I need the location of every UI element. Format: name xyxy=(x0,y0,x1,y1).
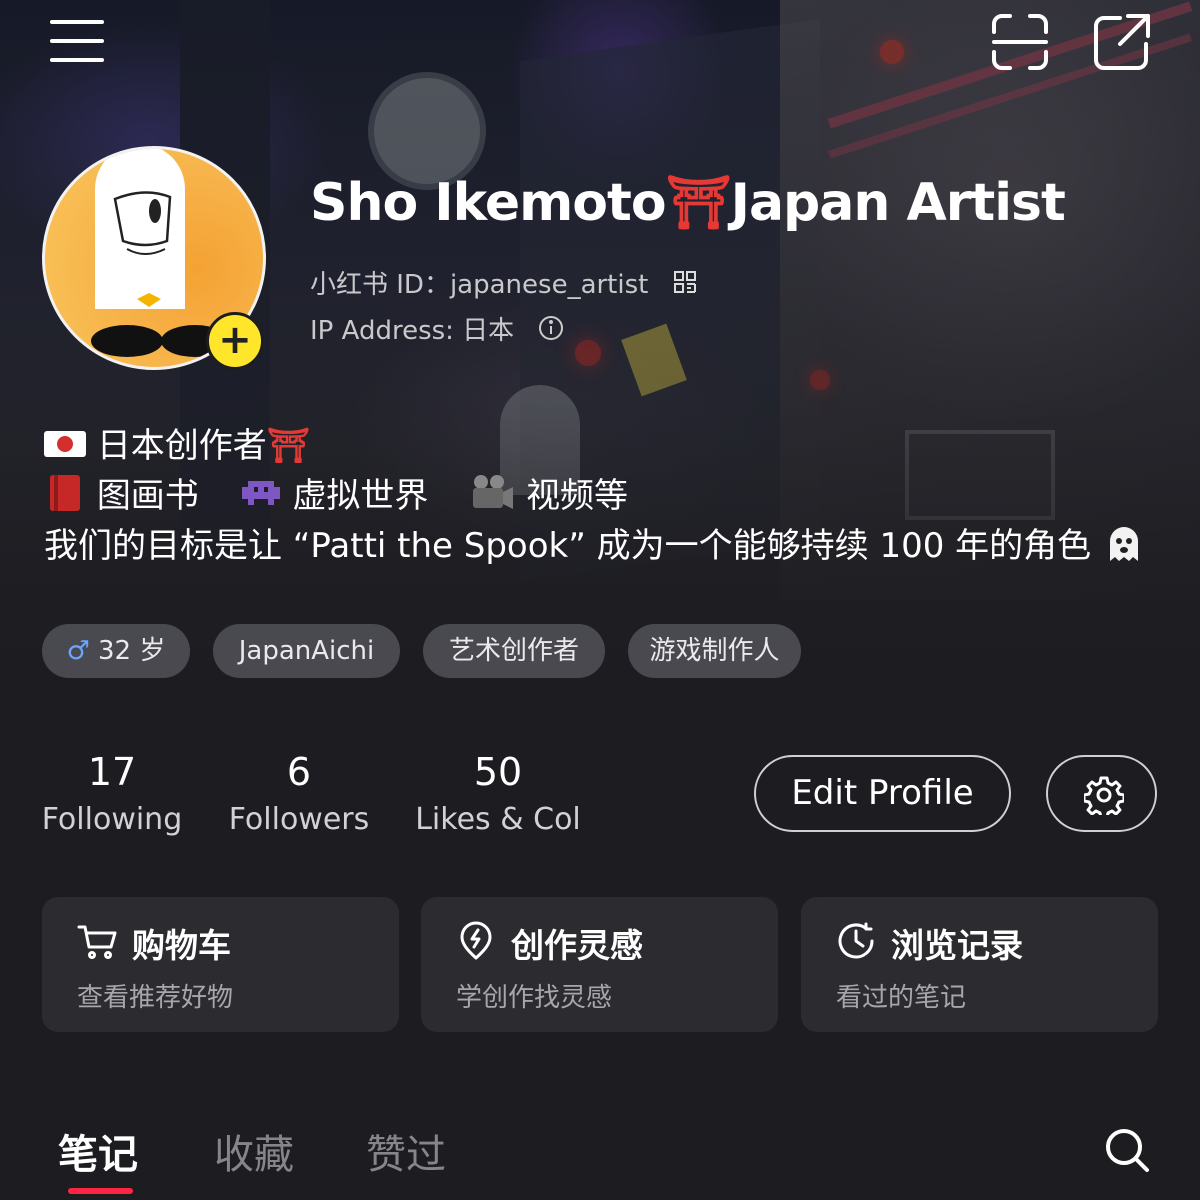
profile-id: 小红书 ID：japanese_artist xyxy=(310,264,697,301)
add-avatar-button[interactable]: + xyxy=(206,312,264,370)
card-subtitle: 查看推荐好物 xyxy=(77,983,234,1013)
card-title: 创作灵感 xyxy=(511,926,643,965)
tag-label: 32 岁 xyxy=(97,636,166,666)
clock-icon xyxy=(838,922,874,959)
card-shopping-cart[interactable]: 购物车 查看推荐好物 xyxy=(42,897,399,1032)
tab-notes[interactable]: 笔记 xyxy=(58,1122,138,1180)
card-history[interactable]: 浏览记录 看过的笔记 xyxy=(801,897,1158,1032)
info-icon[interactable] xyxy=(538,315,564,348)
ghost-icon xyxy=(1102,521,1146,574)
card-inspiration[interactable]: 创作灵感 学创作找灵感 xyxy=(421,897,778,1032)
tag-age[interactable]: ♂ 32 岁 xyxy=(42,624,190,678)
menu-icon[interactable] xyxy=(50,20,104,62)
movie-camera-icon xyxy=(469,474,515,521)
edit-profile-button[interactable]: Edit Profile xyxy=(754,755,1011,832)
bio-text: 虚拟世界 xyxy=(292,476,429,516)
tab-bar xyxy=(0,1090,1200,1200)
book-icon xyxy=(44,473,86,522)
stat-value: 6 xyxy=(286,750,312,794)
stat-value: 17 xyxy=(87,750,137,794)
qrcode-icon[interactable] xyxy=(673,270,697,301)
share-icon[interactable] xyxy=(1092,12,1152,72)
profile-name-main: Sho Ikemoto xyxy=(310,173,667,233)
scan-icon[interactable] xyxy=(990,12,1050,72)
tab-collections[interactable]: 收藏 xyxy=(214,1122,294,1180)
tag-label: JapanAichi xyxy=(238,636,375,666)
tab-liked[interactable]: 赞过 xyxy=(366,1122,446,1180)
card-title: 浏览记录 xyxy=(891,926,1023,965)
japan-flag-icon xyxy=(44,428,86,468)
stat-label: Following xyxy=(41,802,183,837)
bio-text: 图画书 xyxy=(96,476,199,516)
stat-followers[interactable]: 6 Followers xyxy=(228,750,370,837)
stat-label: Followers xyxy=(228,802,370,837)
bio-text: 视频等 xyxy=(526,476,629,516)
card-subtitle: 学创作找灵感 xyxy=(456,983,613,1013)
stat-label: Likes & Col xyxy=(415,802,581,837)
stat-value: 50 xyxy=(473,750,523,794)
tag-label: 游戏制作人 xyxy=(649,636,780,666)
active-tab-indicator xyxy=(68,1188,133,1194)
torii-icon: ⛩ xyxy=(665,173,732,233)
alien-monster-icon xyxy=(240,475,282,520)
lightbulb-icon xyxy=(460,921,492,960)
profile-ip: IP Address: 日本 xyxy=(310,310,564,348)
profile-name-suffix: Japan Artist xyxy=(730,173,1066,233)
bio-text: 我们的目标是让 “Patti the Spook” 成为一个能够持续 100 年… xyxy=(44,526,1092,566)
tag-location[interactable]: JapanAichi xyxy=(213,624,400,678)
bio-line: 我们的目标是让 “Patti the Spook” 成为一个能够持续 100 年… xyxy=(44,518,1146,574)
cart-icon xyxy=(77,925,117,959)
torii-icon: ⛩ xyxy=(266,426,310,466)
card-title: 购物车 xyxy=(132,926,231,965)
bio-line: 图画书 虚拟世界 视频等 xyxy=(44,468,628,522)
profile-ip-text: IP Address: 日本 xyxy=(310,316,515,346)
card-subtitle: 看过的笔记 xyxy=(836,983,967,1013)
settings-button[interactable] xyxy=(1046,755,1157,832)
bio-line: 日本创作者⛩ xyxy=(44,418,310,468)
tag-profession[interactable]: 游戏制作人 xyxy=(628,624,801,678)
tag-profession[interactable]: 艺术创作者 xyxy=(423,624,605,678)
profile-id-text: 小红书 ID：japanese_artist xyxy=(310,270,649,300)
stat-following[interactable]: 17 Following xyxy=(40,750,184,837)
search-icon[interactable] xyxy=(1103,1126,1151,1178)
tag-label: 艺术创作者 xyxy=(448,636,579,666)
bio-text: 日本创作者 xyxy=(96,426,267,466)
stat-likes[interactable]: 50 Likes & Col xyxy=(414,750,582,837)
male-icon: ♂ xyxy=(66,636,90,666)
profile-name: Sho Ikemoto⛩Japan Artist xyxy=(310,172,1066,233)
gear-icon xyxy=(1084,776,1124,815)
